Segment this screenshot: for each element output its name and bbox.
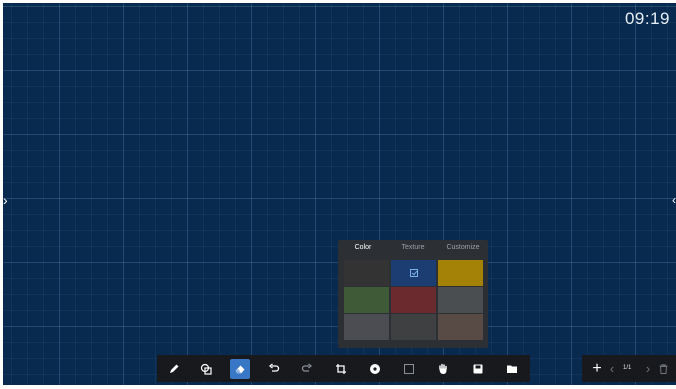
tab-customize[interactable]: Customize xyxy=(438,240,488,256)
tab-texture[interactable]: Texture xyxy=(388,240,438,256)
page-controls: + ‹ 1/1 › xyxy=(582,355,676,382)
color-swatch[interactable] xyxy=(438,314,483,340)
left-side-expand-arrow[interactable]: › xyxy=(3,189,15,211)
crop-icon[interactable] xyxy=(331,359,351,379)
redo-icon[interactable] xyxy=(297,359,317,379)
save-icon[interactable] xyxy=(468,359,488,379)
disc-icon[interactable] xyxy=(365,359,385,379)
color-swatch[interactable] xyxy=(391,314,436,340)
trash-icon[interactable] xyxy=(656,355,670,382)
hand-icon[interactable] xyxy=(433,359,453,379)
add-page-button[interactable]: + xyxy=(590,355,604,382)
screen: 09:19 › ‹ Color Texture Customize + ‹ 1/… xyxy=(0,0,676,389)
page-number: 1/1 xyxy=(623,365,632,371)
color-swatch[interactable] xyxy=(391,260,436,286)
folder-icon[interactable] xyxy=(502,359,522,379)
checkbox-icon xyxy=(409,269,418,277)
palette-tabs: Color Texture Customize xyxy=(338,240,488,256)
pen-icon[interactable] xyxy=(164,359,184,379)
color-swatch[interactable] xyxy=(391,287,436,313)
bottom-toolbar xyxy=(157,355,530,382)
color-swatch[interactable] xyxy=(438,260,483,286)
color-palette-panel: Color Texture Customize xyxy=(338,240,488,348)
select-icon[interactable] xyxy=(399,359,419,379)
tab-color[interactable]: Color xyxy=(338,240,388,256)
color-swatch[interactable] xyxy=(344,260,389,286)
swatch-grid xyxy=(344,260,485,340)
next-page-button[interactable]: › xyxy=(642,355,654,382)
prev-page-button[interactable]: ‹ xyxy=(606,355,618,382)
shape-icon[interactable] xyxy=(196,359,216,379)
color-swatch[interactable] xyxy=(344,314,389,340)
color-swatch[interactable] xyxy=(344,287,389,313)
right-side-expand-arrow[interactable]: ‹ xyxy=(672,189,676,211)
clock: 09:19 xyxy=(624,9,670,28)
color-swatch[interactable] xyxy=(438,287,483,313)
undo-icon[interactable] xyxy=(264,359,284,379)
eraser-icon[interactable] xyxy=(230,359,250,379)
